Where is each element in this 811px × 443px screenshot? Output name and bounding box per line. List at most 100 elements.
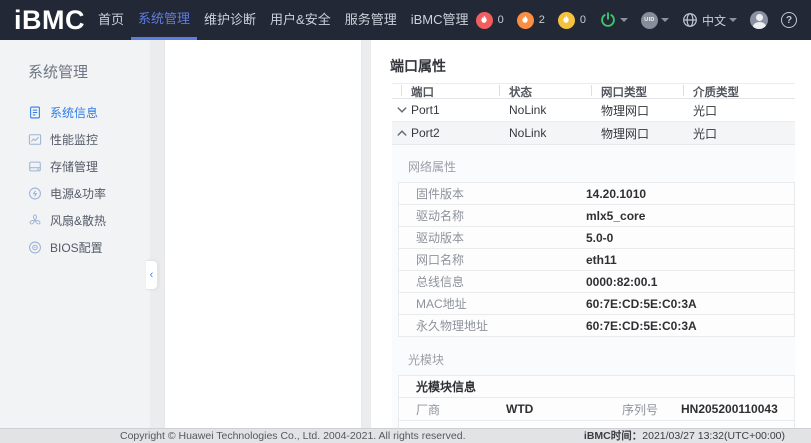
chevron-left-icon: ‹ xyxy=(150,269,154,281)
serial-value: HN205200110043 xyxy=(681,402,794,416)
property-value: 60:7E:CD:5E:C0:3A xyxy=(586,297,794,311)
table-row: 厂商 WTD 序列号 HN205200110043 xyxy=(399,398,794,421)
property-label: MAC地址 xyxy=(399,295,586,312)
ibmc-logo: iBMC xyxy=(14,0,85,40)
column-header-port: 端口 xyxy=(411,84,509,100)
chevron-down-icon xyxy=(661,18,669,22)
sidebar-item-label: 性能监控 xyxy=(50,131,98,148)
table-row: 总线信息 0000:82:00.1 xyxy=(399,271,794,293)
power-control-menu[interactable] xyxy=(599,11,628,29)
sidebar-item-label: 电源&功率 xyxy=(50,185,106,202)
content-main-panel: 端口属性 端口 状态 网口类型 介质类型 Port1 NoLink 物理网口 光… xyxy=(371,40,811,428)
globe-icon xyxy=(682,12,698,28)
nav-item-user-security[interactable]: 用户&安全 xyxy=(263,0,338,40)
table-row-port1[interactable]: Port1 NoLink 物理网口 光口 xyxy=(392,99,795,122)
expand-chevron-down-icon[interactable] xyxy=(392,106,411,114)
cell-net-type: 物理网口 xyxy=(601,125,693,142)
vendor-value: WTD xyxy=(506,402,605,416)
cell-media-type: 光口 xyxy=(693,102,795,119)
cell-net-type: 物理网口 xyxy=(601,102,693,119)
cell-port: Port1 xyxy=(411,103,509,117)
performance-monitor-icon xyxy=(28,132,42,147)
table-row: 永久物理地址 60:7E:CD:5E:C0:3A xyxy=(399,315,794,337)
property-value: 60:7E:CD:5E:C0:3A xyxy=(586,319,794,333)
property-label: 驱动名称 xyxy=(399,207,586,224)
bios-config-icon xyxy=(28,240,42,255)
nav-item-maintenance-diagnosis[interactable]: 维护诊断 xyxy=(197,0,263,40)
system-info-icon xyxy=(28,105,42,120)
user-icon xyxy=(756,14,763,21)
flame-icon xyxy=(476,12,493,29)
table-row-port2[interactable]: Port2 NoLink 物理网口 光口 xyxy=(392,122,795,145)
nav-item-home[interactable]: 首页 xyxy=(91,0,131,40)
port-table: 端口 状态 网口类型 介质类型 Port1 NoLink 物理网口 光口 Por… xyxy=(392,83,795,145)
sidebar-item-bios-config[interactable]: BIOS配置 xyxy=(0,234,150,261)
main-nav: 首页 系统管理 维护诊断 用户&安全 服务管理 iBMC管理 xyxy=(91,0,476,40)
user-avatar[interactable] xyxy=(750,11,768,29)
top-bar: iBMC 首页 系统管理 维护诊断 用户&安全 服务管理 iBMC管理 0 2 … xyxy=(0,0,811,40)
network-properties-title: 网络属性 xyxy=(392,145,795,182)
critical-alarm-count: 0 xyxy=(498,14,504,26)
table-row: 固件版本 14.20.1010 xyxy=(399,183,794,205)
collapse-chevron-up-icon[interactable] xyxy=(392,129,411,137)
vendor-label: 厂商 xyxy=(399,401,506,418)
sidebar-title: 系统管理 xyxy=(28,62,150,83)
property-label: 永久物理地址 xyxy=(399,317,586,334)
cell-media-type: 光口 xyxy=(693,125,795,142)
property-value: 5.0-0 xyxy=(586,231,794,245)
minor-alarm-badge[interactable]: 0 xyxy=(558,12,586,29)
nav-item-service-management[interactable]: 服务管理 xyxy=(338,0,404,40)
nav-item-system-management[interactable]: 系统管理 xyxy=(131,0,197,40)
property-label: 总线信息 xyxy=(399,273,586,290)
sidebar-item-power[interactable]: 电源&功率 xyxy=(0,180,150,207)
language-label: 中文 xyxy=(702,12,726,29)
uid-indicator-menu[interactable]: UID xyxy=(641,12,669,29)
major-alarm-count: 2 xyxy=(539,14,545,26)
sidebar-item-label: 风扇&散热 xyxy=(50,212,106,229)
column-header-media-type: 介质类型 xyxy=(693,84,795,100)
table-row: 驱动名称 mlx5_core xyxy=(399,205,794,227)
cell-port: Port2 xyxy=(411,126,509,140)
property-value: 0000:82:00.1 xyxy=(586,275,794,289)
chevron-down-icon xyxy=(620,18,628,22)
ibmc-time-value: 2021/03/27 13:32(UTC+00:00) xyxy=(642,430,785,442)
copyright-text: Copyright © Huawei Technologies Co., Ltd… xyxy=(120,429,466,443)
sidebar-collapse-button[interactable]: ‹ xyxy=(146,260,158,290)
property-value: 14.20.1010 xyxy=(586,187,794,201)
flame-icon xyxy=(558,12,575,29)
storage-management-icon xyxy=(28,159,42,174)
content-left-panel xyxy=(164,40,362,428)
critical-alarm-badge[interactable]: 0 xyxy=(476,12,504,29)
property-label: 网口名称 xyxy=(399,251,586,268)
sidebar-item-fan[interactable]: 风扇&散热 xyxy=(0,207,150,234)
sidebar-item-system-info[interactable]: 系统信息 xyxy=(0,99,150,126)
top-right-tools: 0 2 0 UID xyxy=(476,11,797,29)
table-row: 驱动版本 5.0-0 xyxy=(399,227,794,249)
serial-label: 序列号 xyxy=(605,401,681,418)
help-icon[interactable]: ? xyxy=(781,12,797,28)
property-label: 固件版本 xyxy=(399,185,586,202)
table-row xyxy=(399,421,794,428)
page-title: 端口属性 xyxy=(390,56,811,76)
sidebar-item-label: 存储管理 xyxy=(50,158,98,175)
network-properties-table: 固件版本 14.20.1010 驱动名称 mlx5_core 驱动版本 5.0-… xyxy=(398,182,795,337)
uid-icon: UID xyxy=(641,12,658,29)
language-selector[interactable]: 中文 xyxy=(682,12,737,29)
cell-status: NoLink xyxy=(509,126,601,140)
sidebar-item-performance-monitor[interactable]: 性能监控 xyxy=(0,126,150,153)
major-alarm-badge[interactable]: 2 xyxy=(517,12,545,29)
table-row: MAC地址 60:7E:CD:5E:C0:3A xyxy=(399,293,794,315)
flame-icon xyxy=(517,12,534,29)
power-icon xyxy=(599,11,617,29)
optical-module-title: 光模块 xyxy=(392,337,795,375)
footer: Copyright © Huawei Technologies Co., Ltd… xyxy=(0,428,811,443)
column-header-net-type: 网口类型 xyxy=(601,84,693,100)
nav-item-ibmc-management[interactable]: iBMC管理 xyxy=(404,0,476,40)
sidebar-item-storage-management[interactable]: 存储管理 xyxy=(0,153,150,180)
ibmc-time: iBMC时间：2021/03/27 13:32(UTC+00:00) xyxy=(584,429,785,443)
port-table-header: 端口 状态 网口类型 介质类型 xyxy=(392,83,795,99)
property-label: 驱动版本 xyxy=(399,229,586,246)
table-row: 网口名称 eth11 xyxy=(399,249,794,271)
column-header-status: 状态 xyxy=(509,84,601,100)
sidebar-item-label: BIOS配置 xyxy=(50,239,103,256)
